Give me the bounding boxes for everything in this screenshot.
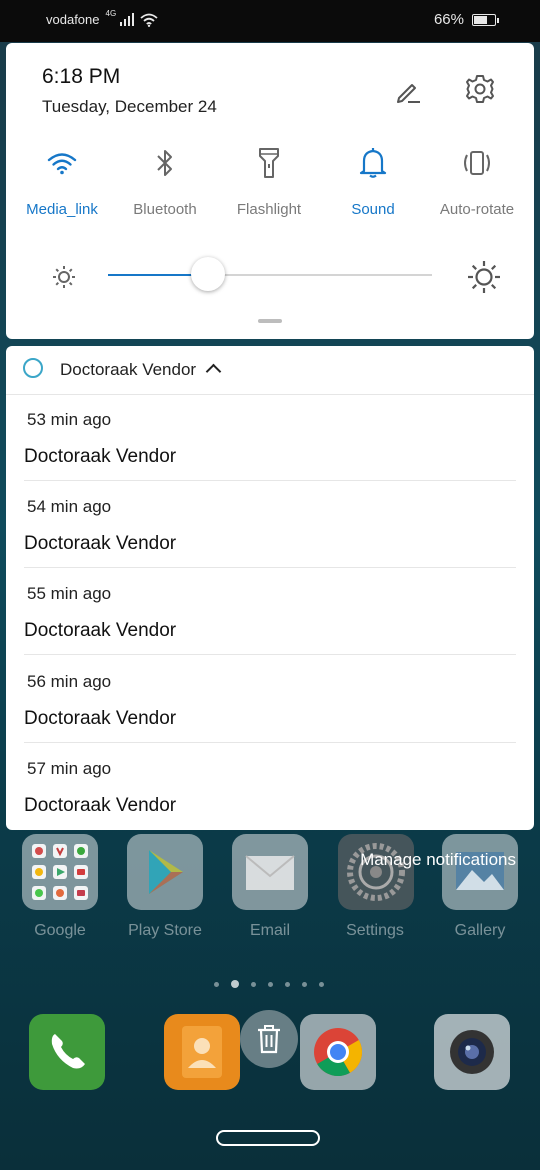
app-name: Doctoraak Vendor: [60, 360, 222, 380]
tile-label: Auto-rotate: [439, 201, 515, 218]
clock-date: Tuesday, December 24: [42, 97, 217, 116]
notification-title: Doctoraak Vendor: [24, 620, 177, 641]
notification-title: Doctoraak Vendor: [24, 533, 177, 554]
battery-icon: [472, 13, 499, 26]
settings-icon[interactable]: [338, 834, 414, 910]
home-app-label: Play Store: [128, 922, 202, 939]
page-dot: [319, 981, 324, 987]
notification-title: Doctoraak Vendor: [24, 708, 177, 729]
page-dot: [251, 981, 256, 987]
tile-label: Flashlight: [236, 201, 302, 218]
tile-label: Media_link: [26, 201, 98, 218]
phone-icon[interactable]: [29, 1014, 105, 1090]
clock-time: 6:18 PM: [42, 65, 121, 88]
notification-time: 54 min ago: [27, 497, 112, 516]
page-dot: [231, 980, 239, 988]
contacts-icon[interactable]: [164, 1014, 240, 1090]
status-bar: vodafone 4G 66%: [0, 0, 540, 42]
notification-group: Doctoraak Vendor 53 min ago Doctoraak Ve…: [6, 346, 534, 830]
home-app-label: Settings: [346, 922, 404, 939]
notification-time: 53 min ago: [27, 410, 112, 429]
home-app-label: Email: [249, 922, 290, 939]
tile-media-link[interactable]: Media_link: [10, 143, 114, 218]
auto-rotate-icon: [464, 151, 490, 175]
wifi-status-icon: [140, 13, 158, 27]
tile-bluetooth[interactable]: Bluetooth: [113, 143, 217, 218]
clear-all-button[interactable]: [240, 1010, 298, 1068]
flashlight-icon: [259, 148, 279, 178]
notification-item[interactable]: 53 min ago Doctoraak Vendor: [6, 394, 534, 481]
notification-title: Doctoraak Vendor: [24, 446, 177, 467]
brightness-thumb[interactable]: [191, 257, 226, 291]
divider: [24, 654, 516, 655]
settings-gear-icon[interactable]: [464, 73, 496, 105]
gallery-icon[interactable]: [442, 834, 518, 910]
status-left: vodafone 4G: [46, 9, 158, 27]
quick-settings-panel: 6:18 PM Tuesday, December 24 Media_link …: [6, 43, 534, 339]
notification-item[interactable]: 54 min ago Doctoraak Vendor: [6, 481, 534, 568]
page-dot: [214, 981, 219, 987]
app-icon: [23, 358, 43, 378]
email-icon[interactable]: [232, 834, 308, 910]
battery-percent: 66%: [433, 11, 464, 28]
page-dot: [268, 981, 273, 987]
tile-label: Sound: [351, 201, 395, 218]
network-type: 4G: [105, 9, 117, 18]
tile-sound[interactable]: Sound: [321, 143, 425, 218]
camera-icon[interactable]: [434, 1014, 510, 1090]
google-folder-icon[interactable]: [22, 834, 98, 910]
bluetooth-icon: [157, 150, 172, 176]
notification-item[interactable]: 55 min ago Doctoraak Vendor: [6, 568, 534, 655]
tile-auto-rotate[interactable]: Auto-rotate: [425, 143, 529, 218]
notification-item[interactable]: 56 min ago Doctoraak Vendor: [6, 656, 534, 743]
notification-time: 57 min ago: [27, 759, 112, 778]
home-gesture-bar[interactable]: [216, 1130, 320, 1146]
page-dot: [285, 981, 290, 987]
manage-notifications-link[interactable]: Manage notifications: [360, 850, 516, 870]
page-dot: [302, 981, 307, 987]
app-name-text: Doctoraak Vendor: [60, 360, 197, 379]
brightness-high-icon: [468, 261, 500, 293]
signal-icon: [120, 13, 135, 26]
chevron-up-icon[interactable]: [205, 363, 222, 380]
tile-label: Bluetooth: [133, 201, 197, 218]
brightness-slider[interactable]: [108, 257, 432, 291]
panel-drag-handle[interactable]: [258, 319, 282, 323]
play-store-icon[interactable]: [127, 834, 203, 910]
chrome-icon[interactable]: [300, 1014, 376, 1090]
notification-title: Doctoraak Vendor: [24, 795, 177, 816]
notification-time: 56 min ago: [27, 672, 112, 691]
status-right: 66%: [433, 11, 499, 28]
carrier-name: vodafone: [46, 12, 100, 27]
wifi-icon: [47, 153, 77, 175]
notification-header[interactable]: Doctoraak Vendor: [6, 346, 534, 395]
edit-icon[interactable]: [394, 77, 422, 105]
notification-item[interactable]: 57 min ago Doctoraak Vendor: [6, 743, 534, 830]
home-app-label: Google: [34, 922, 86, 939]
trash-icon: [258, 1025, 280, 1054]
page-indicator: [214, 980, 324, 988]
tile-flashlight[interactable]: Flashlight: [217, 143, 321, 218]
bell-icon: [359, 148, 387, 178]
home-app-label: Gallery: [454, 922, 506, 939]
notification-time: 55 min ago: [27, 584, 112, 603]
brightness-low-icon: [53, 266, 75, 288]
